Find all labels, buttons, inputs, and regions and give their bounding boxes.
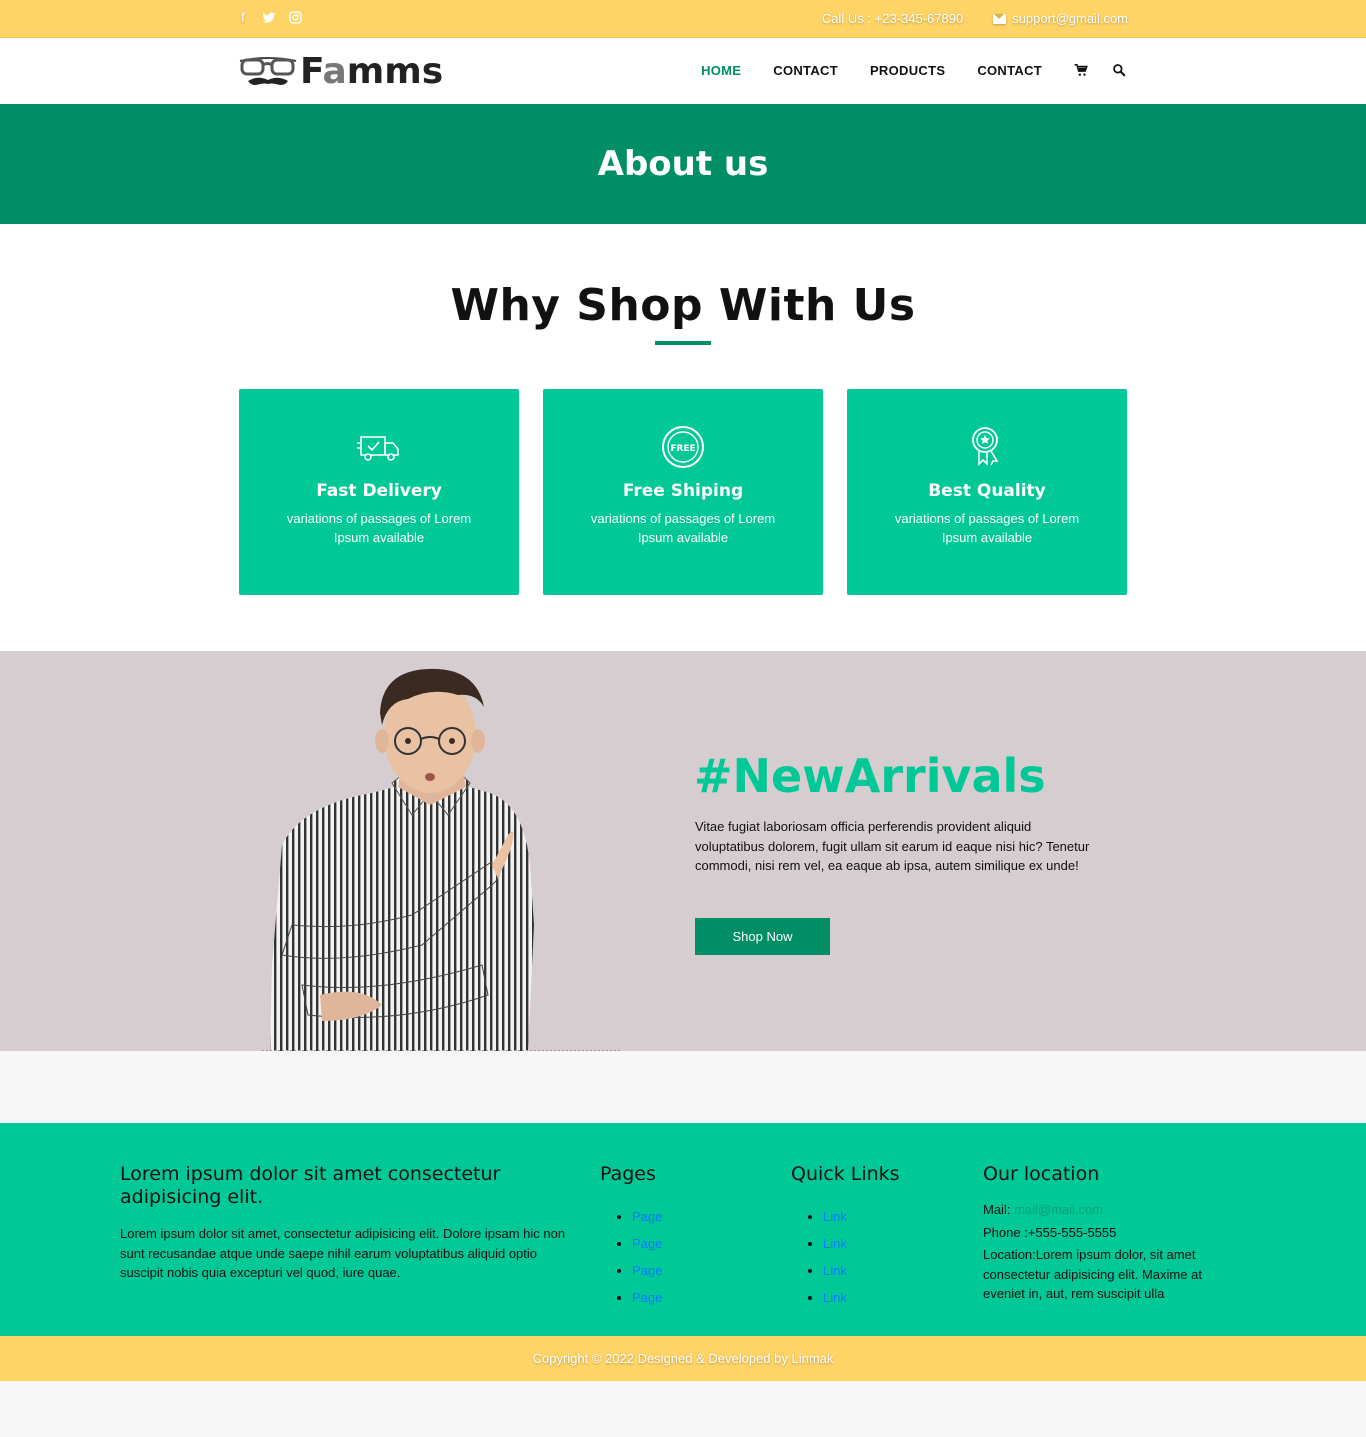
copyright-bar: Copyright © 2022 Designed & Developed by… — [0, 1336, 1366, 1381]
logo[interactable]: Famms — [238, 52, 443, 92]
mail-label: Mail: — [983, 1202, 1011, 1217]
footer-pages-title: Pages — [600, 1163, 656, 1185]
logo-text-f: F — [300, 51, 323, 92]
free-badge-icon: FREE — [662, 426, 704, 468]
svg-text:FREE: FREE — [670, 444, 695, 454]
footer-quick-links: Quick Links Link Link Link Link — [791, 1163, 900, 1311]
glasses-mustache-icon — [239, 57, 297, 85]
support-email[interactable]: support@gmail.com — [993, 11, 1128, 26]
card-title: Fast Delivery — [316, 481, 442, 501]
nav-products[interactable]: PRODUCTS — [870, 63, 945, 78]
list-item: Page — [632, 1257, 662, 1284]
footer-links-title: Quick Links — [791, 1163, 900, 1185]
quick-link[interactable]: Link — [823, 1209, 847, 1224]
list-item: Page — [632, 1203, 662, 1230]
envelope-icon — [993, 13, 1007, 24]
mail-link[interactable]: mail@mail.com — [1014, 1202, 1103, 1217]
footer-address: Location:Lorem ipsum dolor, sit amet con… — [983, 1247, 1202, 1301]
card-title: Best Quality — [928, 481, 1046, 501]
card-text: variations of passages of Lorem Ipsum av… — [590, 511, 776, 545]
feature-card-shipping: FREE Free Shiping variations of passages… — [543, 389, 823, 595]
instagram-icon[interactable] — [288, 11, 302, 27]
new-arrivals-title: #NewArrivals — [694, 749, 1046, 803]
footer-about-title: Lorem ipsum dolor sit amet consectetur a… — [120, 1163, 501, 1208]
title-underline — [655, 341, 711, 345]
contact-info: Call Us : +23-345-67890 support@gmail.co… — [822, 11, 1128, 26]
footer-location: Our location Mail: mail@mail.com Phone :… — [983, 1163, 1233, 1304]
card-text: variations of passages of Lorem Ipsum av… — [286, 511, 472, 545]
footer-pages: Pages Page Page Page Page — [600, 1163, 662, 1311]
main-nav: HOME CONTACT PRODUCTS CONTACT — [669, 62, 1128, 78]
footer-links-list: Link Link Link Link — [791, 1203, 900, 1311]
quick-link[interactable]: Link — [823, 1290, 847, 1305]
page-banner: About us — [0, 104, 1366, 224]
model-photo — [262, 668, 622, 1051]
page-bottom — [0, 1381, 1366, 1437]
list-item: Link — [823, 1257, 900, 1284]
cart-icon[interactable] — [1074, 62, 1090, 78]
card-text: variations of passages of Lorem Ipsum av… — [894, 511, 1080, 545]
header: Famms HOME CONTACT PRODUCTS CONTACT — [0, 38, 1366, 104]
delivery-truck-icon — [357, 436, 399, 461]
footer-location-title: Our location — [983, 1163, 1100, 1185]
page-link[interactable]: Page — [632, 1236, 662, 1251]
list-item: Page — [632, 1284, 662, 1311]
support-email-text: support@gmail.com — [1012, 11, 1128, 26]
copyright-text: Copyright © 2022 Designed & Developed by… — [532, 1351, 834, 1366]
facebook-icon[interactable]: f — [236, 11, 250, 27]
page-title: About us — [597, 144, 769, 184]
card-title: Free Shiping — [622, 481, 744, 501]
footer-pages-list: Page Page Page Page — [600, 1203, 662, 1311]
spacer-band — [0, 1051, 1366, 1123]
quality-medal-icon — [972, 427, 999, 466]
footer-about-text: Lorem ipsum dolor sit amet, consectetur … — [120, 1226, 566, 1280]
twitter-icon[interactable] — [262, 11, 276, 27]
footer-mail: Mail: mail@mail.com — [983, 1200, 1233, 1220]
nav-contact[interactable]: CONTACT — [773, 63, 838, 78]
list-item: Page — [632, 1230, 662, 1257]
new-arrivals-section: #NewArrivals Vitae fugiat laboriosam off… — [0, 651, 1366, 1051]
quick-link[interactable]: Link — [823, 1263, 847, 1278]
footer-phone: Phone :+555-555-5555 — [983, 1224, 1117, 1240]
logo-text: Famms — [300, 52, 443, 92]
logo-text-mms: mms — [346, 51, 444, 92]
page-link[interactable]: Page — [632, 1290, 662, 1305]
top-bar: f Call Us : +23-345-67890 support@gmail.… — [0, 0, 1366, 38]
page-link[interactable]: Page — [632, 1209, 662, 1224]
shop-now-button[interactable]: Shop Now — [695, 918, 830, 955]
list-item: Link — [823, 1203, 900, 1230]
logo-text-a: a — [322, 51, 347, 92]
list-item: Link — [823, 1230, 900, 1257]
social-links: f — [236, 11, 302, 27]
footer: Lorem ipsum dolor sit amet consectetur a… — [0, 1123, 1366, 1336]
why-shop-section: Why Shop With Us Fast Delivery variation… — [0, 224, 1366, 651]
list-item: Link — [823, 1284, 900, 1311]
quick-link[interactable]: Link — [823, 1236, 847, 1251]
feature-card-delivery: Fast Delivery variations of passages of … — [239, 389, 519, 595]
footer-about: Lorem ipsum dolor sit amet consectetur a… — [120, 1163, 570, 1283]
call-us-text: Call Us : +23-345-67890 — [821, 11, 964, 26]
nav-contact-2[interactable]: CONTACT — [977, 63, 1042, 78]
section-title: Why Shop With Us — [450, 280, 916, 331]
nav-home[interactable]: HOME — [701, 63, 741, 78]
new-arrivals-text: Vitae fugiat laboriosam officia perferen… — [695, 819, 1090, 873]
page-link[interactable]: Page — [632, 1263, 662, 1278]
feature-card-quality: Best Quality variations of passages of L… — [847, 389, 1127, 595]
search-icon[interactable] — [1112, 62, 1128, 78]
